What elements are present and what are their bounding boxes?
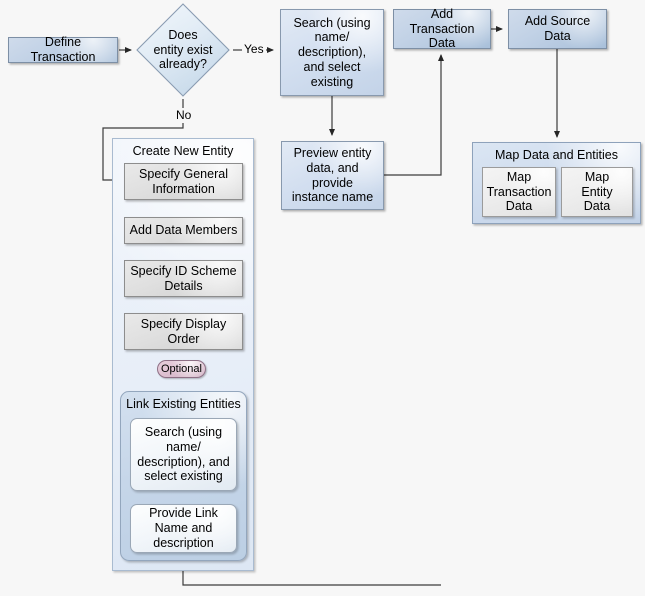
node-search-existing[interactable]: Search (using name/ description), and se… (280, 9, 384, 96)
node-specify-general-information-label: Specify General Information (139, 166, 228, 196)
node-decision-label: Does entity exist already? (153, 27, 213, 72)
node-add-transaction-data-label: Add Transaction Data (409, 6, 475, 51)
node-map-entity-data[interactable]: Map Entity Data (561, 167, 633, 217)
node-link-search-existing-label: Search (using name/ description), and se… (137, 425, 230, 484)
node-link-search-existing[interactable]: Search (using name/ description), and se… (130, 418, 237, 491)
edge-preview-to-add-transaction (384, 54, 444, 176)
node-map-entity-data-label: Map Entity Data (581, 169, 613, 214)
badge-optional-label: Optional (161, 363, 202, 375)
edge-label-no: No (174, 108, 194, 122)
node-provide-link-name[interactable]: Provide Link Name and description (130, 504, 237, 553)
node-preview-entity-label: Preview entity data, and provide instanc… (291, 146, 374, 205)
node-add-data-members-label: Add Data Members (129, 223, 238, 238)
node-map-transaction-data[interactable]: Map Transaction Data (482, 167, 556, 217)
edge-label-yes: Yes (242, 42, 266, 56)
container-link-title: Link Existing Entities (126, 397, 241, 411)
container-map-title: Map Data and Entities (495, 148, 618, 162)
badge-optional: Optional (157, 360, 206, 378)
node-specify-id-scheme-label: Specify ID Scheme Details (130, 263, 237, 293)
node-decision-label-wrap: Does entity exist already? (135, 2, 231, 98)
flowchart-canvas: Define Transaction Does entity exist alr… (0, 0, 645, 596)
node-add-source-data[interactable]: Add Source Data (508, 9, 607, 49)
node-specify-general-information[interactable]: Specify General Information (124, 163, 243, 200)
container-create-title: Create New Entity (132, 144, 234, 158)
node-provide-link-name-label: Provide Link Name and description (149, 506, 218, 550)
node-map-transaction-data-label: Map Transaction Data (486, 169, 552, 214)
node-decision-entity-exists[interactable]: Does entity exist already? (135, 2, 231, 98)
node-define-transaction[interactable]: Define Transaction (8, 35, 118, 64)
node-define-transaction-label: Define Transaction (30, 35, 96, 64)
node-search-existing-label: Search (using name/ description), and se… (293, 15, 371, 89)
node-add-source-data-label: Add Source Data (524, 14, 591, 43)
container-map-data-and-entities: Map Data and Entities Map Transaction Da… (472, 142, 641, 224)
node-specify-id-scheme[interactable]: Specify ID Scheme Details (124, 260, 243, 297)
node-add-data-members[interactable]: Add Data Members (124, 217, 243, 244)
node-preview-entity[interactable]: Preview entity data, and provide instanc… (281, 141, 384, 210)
node-add-transaction-data[interactable]: Add Transaction Data (393, 6, 491, 51)
node-specify-display-order-label: Specify Display Order (140, 316, 227, 346)
node-specify-display-order[interactable]: Specify Display Order (124, 313, 243, 350)
